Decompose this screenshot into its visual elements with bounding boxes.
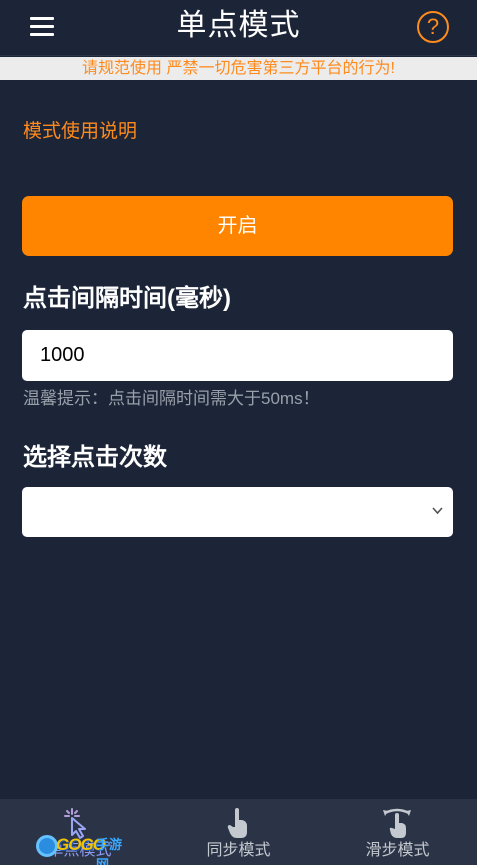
click-count-label: 选择点击次数 — [23, 444, 167, 471]
page-title: 单点模式 — [176, 9, 301, 42]
click-count-select[interactable] — [22, 487, 453, 537]
nav-label-sync: 同步模式 — [206, 842, 271, 859]
swipe-icon — [383, 808, 411, 838]
help-icon[interactable]: ? — [417, 11, 449, 43]
nav-item-swipe[interactable]: 滑步模式 — [318, 799, 477, 865]
start-button[interactable]: 开启 — [22, 196, 453, 256]
interval-input[interactable] — [22, 330, 453, 381]
watermark-text: 手游网 — [96, 837, 123, 865]
nav-label-swipe: 滑步模式 — [365, 842, 430, 859]
watermark-logo: GOGO 手游网 — [36, 831, 132, 865]
interval-hint: 温馨提示：点击间隔时间需大于50ms！ — [23, 389, 320, 408]
notice-banner: 请规范使用 严禁一切危害第三方平台的行为! — [0, 57, 477, 80]
chevron-down-icon — [432, 507, 443, 515]
interval-label: 点击间隔时间(毫秒) — [23, 285, 231, 312]
mode-help-link[interactable]: 模式使用说明 — [23, 118, 137, 146]
top-bar: 单点模式 ? — [0, 0, 477, 56]
nav-item-sync[interactable]: 同步模式 — [159, 799, 318, 865]
hand-tap-icon — [227, 808, 247, 838]
